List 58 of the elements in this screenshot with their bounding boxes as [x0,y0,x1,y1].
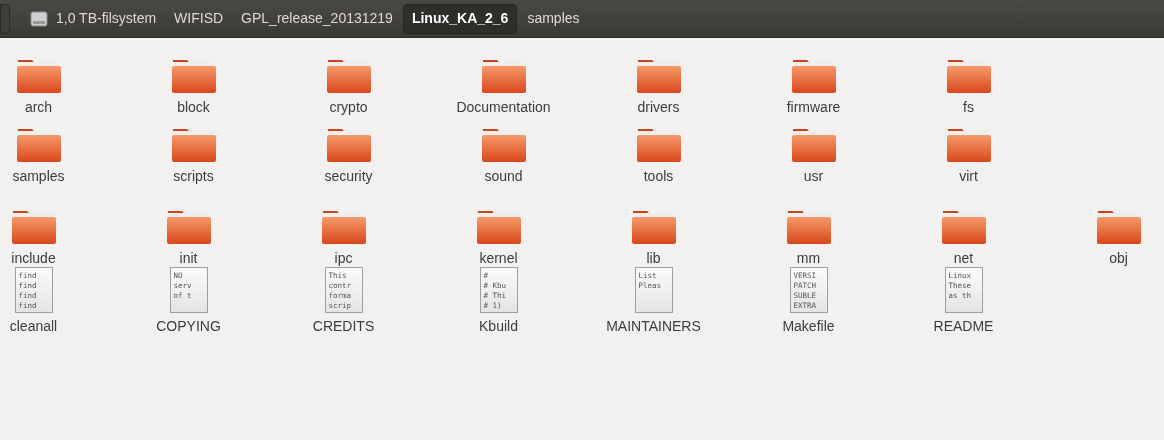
file-item[interactable]: init [111,205,266,267]
file-item[interactable]: crypto [271,54,426,116]
file-name: kernel [479,249,518,267]
file-name: fs [963,98,974,116]
file-item[interactable]: firmware [736,54,891,116]
file-item[interactable]: block [116,54,271,116]
file-item[interactable]: arch [0,54,116,116]
file-name: ipc [334,249,353,267]
file-name: usr [803,167,824,185]
file-name: security [324,167,373,185]
file-name: cleanall [9,317,58,335]
path-button[interactable]: WIFISD [166,3,232,34]
path-button[interactable]: samples [519,3,588,34]
file-name: MAINTAINERS [606,317,701,335]
file-item[interactable]: samples [0,123,116,185]
file-item[interactable]: ipc [266,205,421,267]
file-item[interactable]: virt [891,123,1046,185]
path-button[interactable]: GPL_release_20131219 [233,3,401,34]
file-name: virt [959,167,978,185]
file-item[interactable]: obj [1041,205,1164,267]
file-name: init [179,249,198,267]
file-name: Makefile [782,317,835,335]
file-item[interactable]: tools [581,123,736,185]
file-name: sound [484,167,523,185]
file-item[interactable]: kernel [421,205,576,267]
back-button[interactable] [0,3,10,34]
path-button[interactable]: Linux_KA_2_6 [402,3,518,34]
file-item[interactable]: mm [731,205,886,267]
file-item[interactable]: drivers [581,54,736,116]
file-name: arch [24,98,53,116]
file-item[interactable]: scripts [116,123,271,185]
file-item[interactable]: usr [736,123,891,185]
file-name: lib [646,249,661,267]
file-name: crypto [329,98,368,116]
file-item[interactable]: Documentation [426,54,581,116]
file-name: block [177,98,210,116]
file-name: Documentation [456,98,551,116]
file-name: README [933,317,994,335]
file-name: samples [12,167,65,185]
file-item[interactable]: fs [891,54,1046,116]
file-item[interactable]: sound [426,123,581,185]
file-name: mm [796,249,821,267]
file-name: obj [1109,249,1128,267]
path-button[interactable]: 1,0 TB-filsystem [22,3,165,34]
file-item[interactable]: net [886,205,1041,267]
file-name: scripts [173,167,214,185]
file-name: include [11,249,56,267]
drive-icon [30,10,48,27]
file-name: net [953,249,974,267]
file-item[interactable]: include [0,205,111,267]
file-name: Kbuild [479,317,518,335]
file-item[interactable]: security [271,123,426,185]
file-name: CREDITS [312,317,375,335]
file-item[interactable]: lib [576,205,731,267]
file-name: tools [643,167,674,185]
file-name: firmware [786,98,841,116]
file-name: COPYING [156,317,221,335]
file-name: drivers [637,98,680,116]
